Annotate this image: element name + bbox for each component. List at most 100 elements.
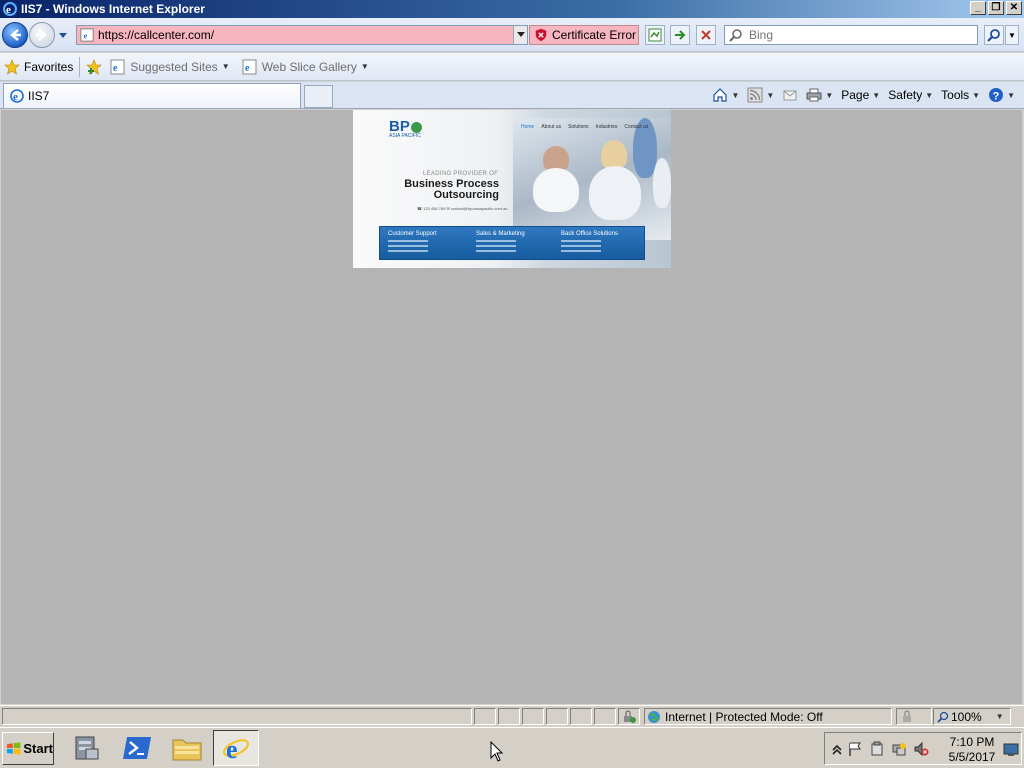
banner-headline: Business Process Outsourcing (383, 179, 499, 201)
favorites-label: Favorites (24, 59, 74, 74)
volume-muted-icon[interactable] (913, 741, 929, 757)
popup-blocker-cell[interactable] (896, 708, 932, 725)
forward-button[interactable] (29, 22, 55, 48)
new-tab-button[interactable] (304, 85, 333, 108)
taskbar-explorer[interactable] (164, 730, 210, 766)
back-arrow-icon (10, 29, 21, 41)
home-button[interactable]: ▼ (709, 85, 742, 105)
safety-menu[interactable]: Safety ▼ (885, 85, 936, 105)
logo-subtitle: ASIA PACIFIC (389, 133, 421, 139)
zoom-control[interactable]: 100% ▼ (933, 708, 1011, 725)
clock[interactable]: 7:10 PM 5/5/2017 (945, 735, 999, 765)
show-hidden-icons-icon[interactable] (829, 741, 845, 757)
rss-feed-icon (747, 87, 763, 103)
mail-icon (783, 90, 797, 101)
security-zone[interactable]: Internet | Protected Mode: Off (644, 708, 892, 725)
start-button[interactable]: Start (2, 732, 54, 765)
url-text[interactable]: https://callcenter.com/ (98, 28, 513, 42)
read-mail-button[interactable] (779, 85, 801, 105)
action-center-flag-icon[interactable] (847, 741, 863, 757)
status-cell (474, 707, 496, 725)
help-button[interactable]: ? ▼ (985, 85, 1018, 105)
ie-logo-icon: e (10, 89, 24, 103)
svg-text:e: e (6, 4, 11, 16)
taskbar: Start e 7:10 PM 5/5/2017 (0, 727, 1024, 768)
banner-contact: ☎ 123 456 789 ✉ contact@bpoasiapacific.c… (417, 206, 508, 211)
close-window-button[interactable]: ✕ (1006, 1, 1022, 15)
chevron-down-icon: ▼ (995, 712, 1004, 721)
internet-explorer-icon: e (222, 735, 250, 763)
show-desktop-icon[interactable] (1003, 741, 1019, 757)
favorites-bar: Favorites e Suggested Sites ▼ e Web Slic… (0, 53, 1024, 81)
banner-tagline: LEADING PROVIDER OF (423, 171, 499, 177)
svg-text:e: e (113, 63, 118, 74)
svg-text:e: e (245, 63, 250, 74)
suggested-sites-link[interactable]: e Suggested Sites ▼ (110, 59, 230, 75)
service-column: Sales & Marketing (476, 231, 525, 252)
stop-button[interactable] (696, 25, 716, 45)
person-figure (653, 158, 671, 208)
taskbar-internet-explorer[interactable]: e (213, 730, 259, 766)
status-cell (498, 707, 520, 725)
search-go-button[interactable] (984, 25, 1004, 45)
services-panel: Customer Support Sales & Marketing Back … (379, 226, 645, 260)
website-banner-image[interactable]: BP ASIA PACIFIC Home About us Solutions … (353, 110, 671, 268)
site-nav: Home About us Solutions Industries Conta… (521, 124, 648, 130)
chevron-down-icon: ▼ (221, 62, 230, 71)
recent-pages-dropdown-icon[interactable] (58, 30, 68, 40)
back-button[interactable] (2, 22, 28, 48)
site-nav-item[interactable]: About us (541, 124, 561, 130)
page-menu[interactable]: Page ▼ (838, 85, 883, 105)
page-menu-label: Page (841, 88, 870, 102)
ie-logo-icon: e (3, 2, 17, 16)
search-box[interactable] (724, 25, 978, 45)
search-input[interactable] (747, 27, 967, 43)
magnifier-icon (987, 29, 1000, 42)
address-bar[interactable]: e https://callcenter.com/ (76, 25, 528, 45)
certificate-error-label: Certificate Error (552, 28, 637, 42)
status-text-cell (2, 707, 472, 725)
tab-iis7[interactable]: e IIS7 (3, 83, 301, 108)
window-title: IIS7 - Windows Internet Explorer (21, 2, 205, 16)
print-button[interactable]: ▼ (803, 85, 836, 105)
taskbar-server-manager[interactable] (63, 730, 109, 766)
go-button[interactable] (670, 25, 690, 45)
service-title: Sales & Marketing (476, 231, 525, 237)
web-slice-gallery-link[interactable]: e Web Slice Gallery ▼ (242, 59, 369, 75)
site-nav-item[interactable]: Industries (596, 124, 618, 130)
minimize-button[interactable]: _ (970, 1, 986, 15)
mouse-cursor-icon (490, 741, 504, 762)
chevron-down-icon: ▼ (766, 90, 775, 100)
home-icon (713, 88, 728, 102)
certificate-error-button[interactable]: Certificate Error (529, 25, 639, 45)
svg-text:?: ? (993, 90, 1000, 102)
safety-menu-label: Safety (888, 88, 923, 102)
address-dropdown-button[interactable] (513, 26, 527, 44)
ie-page-icon: e (110, 59, 125, 74)
svg-text:e: e (84, 31, 88, 41)
chevron-down-icon (516, 32, 525, 37)
taskbar-powershell[interactable] (114, 730, 160, 766)
network-icon[interactable] (891, 741, 907, 757)
feeds-button[interactable]: ▼ (744, 85, 777, 105)
add-to-favorites-bar-button[interactable] (86, 58, 106, 75)
chevron-down-icon: ▼ (972, 90, 981, 100)
tools-menu[interactable]: Tools ▼ (938, 85, 983, 105)
site-nav-item[interactable]: Home (521, 124, 534, 130)
windows-logo-icon (6, 741, 21, 755)
site-nav-item[interactable]: Contact us (624, 124, 648, 130)
service-column: Back Office Solutions (561, 231, 618, 252)
search-options-dropdown[interactable]: ▼ (1005, 25, 1019, 45)
clock-date: 5/5/2017 (948, 750, 996, 764)
device-icon[interactable] (869, 741, 885, 757)
status-cell (570, 707, 592, 725)
favorites-button[interactable]: Favorites (4, 58, 74, 75)
printer-icon (806, 88, 822, 102)
compatibility-view-button[interactable] (645, 25, 665, 45)
restore-button[interactable]: ❐ (988, 1, 1004, 15)
status-cell (546, 707, 568, 725)
security-status-cell[interactable] (618, 707, 640, 725)
site-nav-item[interactable]: Solutions (568, 124, 589, 130)
help-icon: ? (989, 88, 1004, 102)
svg-text:e: e (226, 735, 238, 763)
